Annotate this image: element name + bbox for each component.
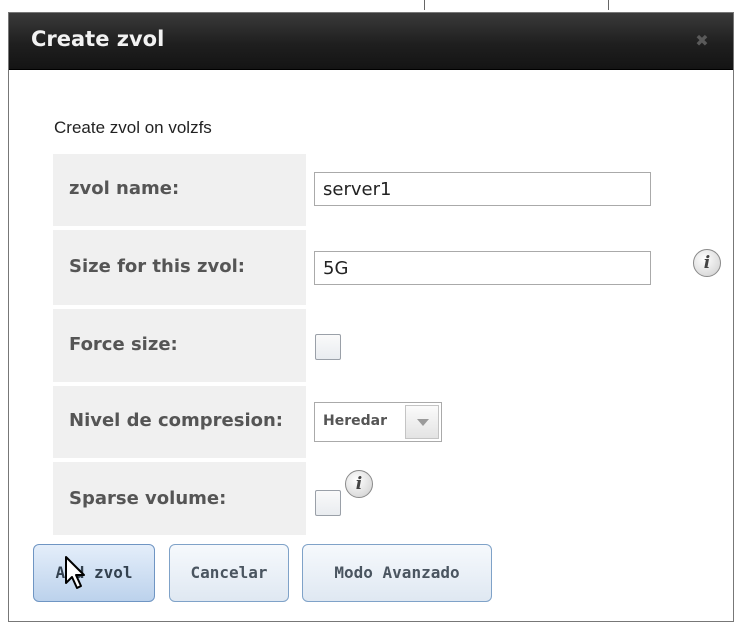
advanced-mode-button[interactable]: Modo Avanzado — [302, 544, 492, 602]
edge-tick — [608, 0, 609, 10]
edge-tick — [424, 0, 425, 10]
zvol-name-label-cell: zvol name: — [53, 154, 306, 226]
zvol-size-label-cell: Size for this zvol: — [53, 230, 306, 305]
compression-label: Nivel de compresion: — [69, 410, 283, 431]
sparse-volume-checkbox[interactable] — [315, 490, 341, 516]
dialog-title: Create zvol — [31, 27, 165, 51]
force-size-label: Force size: — [69, 334, 178, 355]
screen-top-edge — [0, 0, 742, 12]
compression-selected-value: Heredar — [323, 413, 387, 429]
mouse-cursor-icon — [65, 556, 85, 589]
zvol-size-label: Size for this zvol: — [69, 256, 245, 277]
add-zvol-button[interactable]: Add zvol — [33, 544, 155, 602]
zvol-size-input[interactable] — [314, 251, 651, 285]
create-zvol-dialog: Create zvol ✖ Create zvol on volzfs zvol… — [8, 12, 734, 622]
info-icon[interactable]: i — [693, 249, 721, 277]
compression-select[interactable]: Heredar — [314, 402, 442, 442]
close-icon[interactable]: ✖ — [693, 32, 711, 50]
zvol-name-input[interactable] — [314, 172, 651, 206]
dialog-subtitle: Create zvol on volzfs — [54, 118, 212, 137]
chevron-down-icon[interactable] — [405, 405, 439, 439]
dialog-titlebar[interactable]: Create zvol ✖ — [9, 13, 733, 70]
sparse-label: Sparse volume: — [69, 488, 227, 509]
force-size-label-cell: Force size: — [53, 309, 306, 382]
force-size-checkbox[interactable] — [315, 334, 341, 360]
cancel-button[interactable]: Cancelar — [169, 544, 289, 602]
compression-label-cell: Nivel de compresion: — [53, 386, 306, 458]
zvol-name-label: zvol name: — [69, 178, 180, 199]
info-icon[interactable]: i — [345, 470, 373, 498]
sparse-label-cell: Sparse volume: — [53, 462, 306, 535]
